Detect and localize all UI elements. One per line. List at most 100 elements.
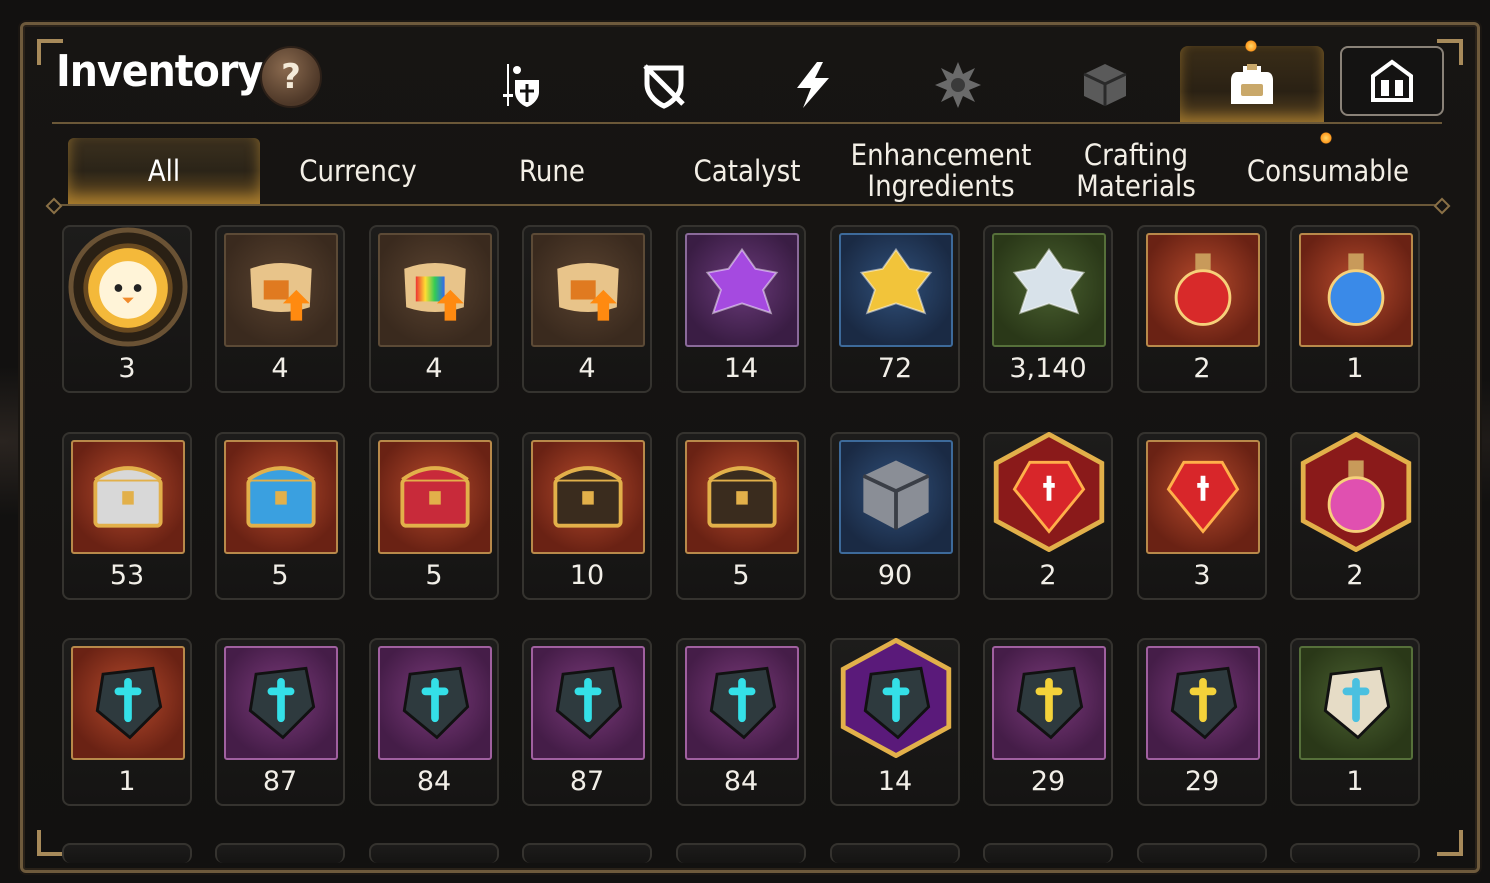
item-frame (839, 440, 953, 554)
inventory-slot[interactable]: 3 (62, 225, 192, 393)
inventory-slot[interactable]: 84 (676, 638, 806, 806)
subtab-rune[interactable]: Rune (456, 138, 648, 204)
page-title: Inventory (56, 46, 263, 97)
red-chest-icon (387, 447, 483, 547)
subtab-all[interactable]: All (68, 138, 260, 204)
item-count: 4 (578, 353, 596, 384)
inventory-slot[interactable]: 1 (1290, 225, 1420, 393)
inventory-slot[interactable]: 2 (1137, 225, 1267, 393)
item-count: 2 (1039, 560, 1057, 591)
upgrade-scroll-icon (233, 240, 329, 340)
inventory-slot[interactable]: 90 (830, 432, 960, 600)
inventory-slot[interactable]: 5 (676, 432, 806, 600)
tab-skill[interactable] (782, 55, 842, 115)
inventory-slot[interactable] (62, 843, 192, 863)
tab-equipment[interactable] (488, 55, 548, 115)
treasure-chest-icon (540, 447, 636, 547)
inventory-slot[interactable]: 1 (62, 638, 192, 806)
inventory-slot[interactable]: 87 (522, 638, 652, 806)
item-frame (224, 233, 338, 347)
inventory-slot[interactable]: 14 (830, 638, 960, 806)
item-frame (71, 646, 185, 760)
chick-portrait-icon (80, 240, 176, 340)
item-frame (685, 646, 799, 760)
item-frame (378, 233, 492, 347)
red-hammer-gem-icon (1155, 447, 1251, 547)
inventory-slot[interactable] (1290, 843, 1420, 863)
item-frame (992, 233, 1106, 347)
gold-crystal-icon (848, 240, 944, 340)
inventory-slot[interactable] (369, 843, 499, 863)
rainbow-upgrade-scroll-icon (387, 240, 483, 340)
cube-icon (1083, 64, 1127, 106)
item-count: 84 (723, 766, 759, 797)
inventory-slot[interactable] (522, 843, 652, 863)
inventory-slot[interactable]: 4 (522, 225, 652, 393)
inventory-slot[interactable]: 84 (369, 638, 499, 806)
item-count: 4 (425, 353, 443, 384)
item-count: 1 (1346, 766, 1364, 797)
inventory-slot[interactable]: 1 (1290, 638, 1420, 806)
item-count: 3 (1193, 560, 1211, 591)
inventory-slot[interactable] (830, 843, 960, 863)
broken-shield-icon (643, 64, 685, 109)
inventory-slot[interactable]: 3,140 (983, 225, 1113, 393)
star-rune-icon (848, 653, 944, 753)
helmet-rune-icon (387, 653, 483, 753)
item-count: 84 (416, 766, 452, 797)
item-frame (224, 646, 338, 760)
subtab-crafting-materials[interactable]: Crafting Materials (1040, 138, 1232, 204)
subtab-enhancement-ingredients[interactable]: Enhancement Ingredients (846, 138, 1036, 204)
inventory-slot[interactable]: 29 (983, 638, 1113, 806)
inventory-slot[interactable]: 4 (215, 225, 345, 393)
tab-inventory[interactable] (1222, 55, 1282, 115)
blue-chest-icon (233, 447, 329, 547)
item-frame (1146, 646, 1260, 760)
inventory-slot[interactable] (1137, 843, 1267, 863)
inventory-slot[interactable]: 87 (215, 638, 345, 806)
inventory-slot[interactable]: 2 (983, 432, 1113, 600)
subtab-currency[interactable]: Currency (262, 138, 454, 204)
divider-line (52, 204, 1442, 206)
item-count: 1 (1346, 353, 1364, 384)
item-count: 5 (425, 560, 443, 591)
tab-box[interactable] (1075, 55, 1135, 115)
item-frame (992, 646, 1106, 760)
inventory-slot[interactable]: 5 (369, 432, 499, 600)
silver-crystal-icon (1001, 240, 1097, 340)
inventory-slot[interactable]: 2 (1290, 432, 1420, 600)
item-frame (1146, 440, 1260, 554)
inventory-slot[interactable]: 5 (215, 432, 345, 600)
subtab-catalyst[interactable]: Catalyst (650, 138, 844, 204)
sword-rune-icon (233, 653, 329, 753)
inventory-slot[interactable]: 14 (676, 225, 806, 393)
item-count: 14 (723, 353, 759, 384)
item-frame (71, 440, 185, 554)
item-count: 3 (118, 353, 136, 384)
item-count: 72 (877, 353, 913, 384)
inventory-slot[interactable]: 3 (1137, 432, 1267, 600)
item-count: 87 (569, 766, 605, 797)
inventory-slot[interactable]: 53 (62, 432, 192, 600)
inventory-slot[interactable] (983, 843, 1113, 863)
item-frame (839, 638, 953, 760)
tab-emblem[interactable] (928, 55, 988, 115)
inventory-slot[interactable]: 4 (369, 225, 499, 393)
inventory-slot[interactable]: 29 (1137, 638, 1267, 806)
backpack-icon (1231, 64, 1273, 104)
inventory-slot[interactable] (215, 843, 345, 863)
subtab-consumable[interactable]: Consumable (1234, 138, 1422, 204)
inventory-slot[interactable]: 10 (522, 432, 652, 600)
item-count: 10 (569, 560, 605, 591)
tab-guild[interactable] (1340, 46, 1444, 116)
item-count: 87 (262, 766, 298, 797)
inventory-slot[interactable] (676, 843, 806, 863)
help-button[interactable]: ? (260, 46, 322, 108)
guild-castle-icon (1371, 59, 1413, 102)
inventory-slot[interactable]: 72 (830, 225, 960, 393)
divider-line (52, 122, 1442, 124)
item-count: 53 (109, 560, 145, 591)
pink-potion-icon (1308, 447, 1404, 547)
upgrade-scroll-icon (540, 240, 636, 340)
tab-defense[interactable] (634, 55, 694, 115)
